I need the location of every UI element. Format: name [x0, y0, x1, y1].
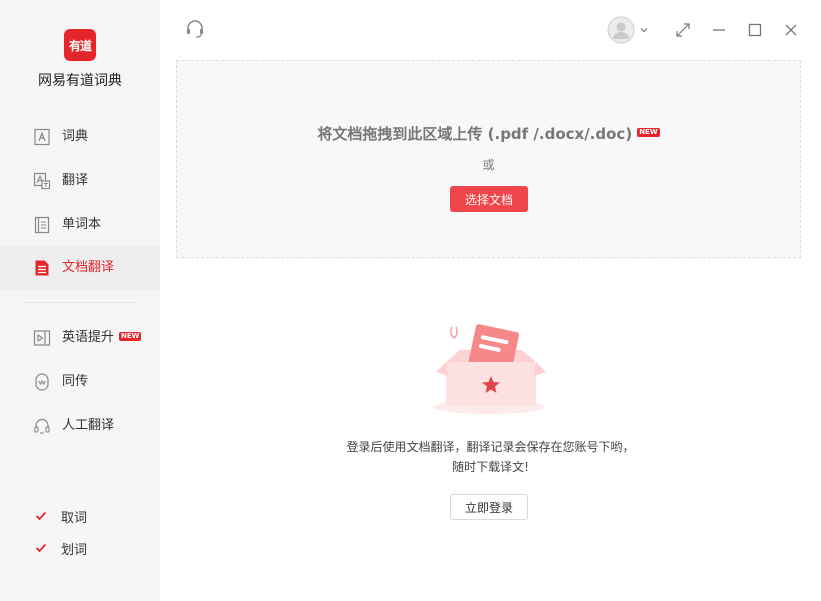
- mini-mode-button[interactable]: [671, 18, 695, 42]
- dictionary-icon: [34, 128, 50, 146]
- sidebar-item-label: 文档翻译: [62, 260, 115, 275]
- sidebar-item-human-translate[interactable]: 人工翻译: [0, 404, 160, 448]
- new-badge: NEW: [119, 332, 142, 341]
- checkbox[interactable]: [34, 509, 48, 523]
- sidebar-item-label: 翻译: [62, 173, 89, 188]
- sidebar-item-simultaneous[interactable]: 同传: [0, 360, 160, 404]
- check-quci[interactable]: 取词: [34, 507, 88, 526]
- new-badge: NEW: [637, 128, 660, 137]
- checkmark-icon: [35, 543, 47, 553]
- headset-icon: [34, 418, 50, 434]
- login-now-button[interactable]: 立即登录: [450, 494, 528, 520]
- translate-icon: [33, 172, 51, 190]
- sidebar-item-label: 单词本: [62, 217, 102, 232]
- checkmark-icon: [35, 511, 47, 521]
- chevron-down-icon: [640, 28, 648, 33]
- upload-dropzone[interactable]: 将文档拖拽到此区域上传 (.pdf /.docx/.doc) NEW 或 选择文档: [176, 60, 801, 258]
- sidebar-item-wordbook[interactable]: 单词本: [0, 203, 160, 247]
- sidebar-item-translate[interactable]: 翻译: [0, 159, 160, 203]
- login-tip-line1: 登录后使用文档翻译，翻译记录会保存在您账号下哟，: [346, 440, 635, 454]
- choose-document-button[interactable]: 选择文档: [450, 186, 528, 212]
- maximize-icon: [748, 23, 762, 37]
- sidebar-item-english-improve[interactable]: 英语提升 NEW: [0, 316, 160, 360]
- check-huaci[interactable]: 划词: [34, 539, 88, 558]
- checkbox[interactable]: [34, 541, 48, 555]
- user-avatar-button[interactable]: [606, 14, 650, 46]
- checkbox-label: 取词: [61, 510, 88, 526]
- close-button[interactable]: [779, 18, 803, 42]
- maximize-button[interactable]: [743, 18, 767, 42]
- avatar-icon: [607, 16, 635, 44]
- upload-title: 将文档拖拽到此区域上传 (.pdf /.docx/.doc) NEW: [317, 125, 660, 143]
- sidebar-item-document-translate[interactable]: 文档翻译: [0, 246, 160, 290]
- simultaneous-icon: [35, 373, 49, 391]
- sidebar-item-label: 英语提升 NEW: [62, 330, 142, 345]
- close-icon: [785, 24, 797, 36]
- sidebar-item-label: 词典: [62, 129, 89, 144]
- app-name: 网易有道词典: [38, 73, 122, 89]
- sidebar-item-label: 同传: [62, 374, 89, 389]
- empty-box-illustration: [433, 324, 546, 414]
- minimize-icon: [713, 29, 725, 31]
- app-logo: 有道: [64, 29, 96, 61]
- wordbook-icon: [34, 216, 50, 234]
- customer-service-button[interactable]: [183, 17, 207, 41]
- sidebar: 有道 网易有道词典 词典 翻译 单词本 文档翻译 英语提升 NEW 同传 人工翻…: [0, 0, 160, 601]
- shrink-icon: [676, 23, 690, 37]
- headset-icon: [187, 20, 203, 38]
- login-tip-line2: 随时下载译文!: [452, 460, 529, 474]
- video-icon: [33, 330, 51, 346]
- document-icon: [35, 260, 49, 276]
- minimize-button[interactable]: [707, 18, 731, 42]
- sidebar-item-dictionary[interactable]: 词典: [0, 115, 160, 159]
- checkbox-label: 划词: [61, 542, 88, 558]
- upload-or-text: 或: [482, 158, 495, 172]
- sidebar-item-label: 人工翻译: [62, 418, 115, 433]
- sidebar-divider: [24, 302, 136, 303]
